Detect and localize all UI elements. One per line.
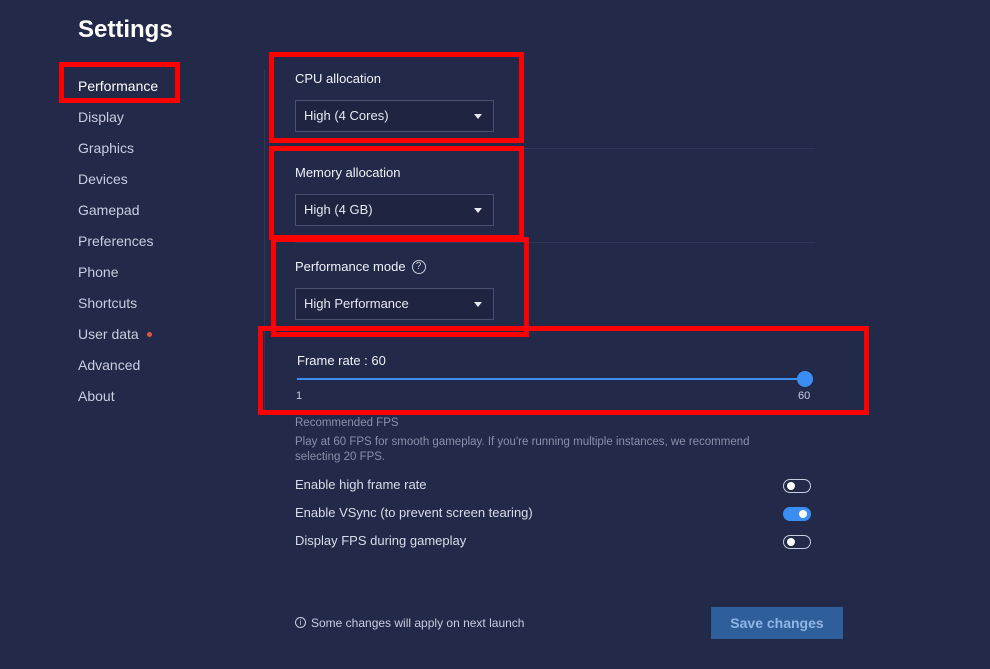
high-frame-rate-toggle[interactable] bbox=[783, 479, 811, 493]
performance-mode-label-text: Performance mode bbox=[295, 259, 406, 274]
performance-settings-panel: CPU allocation High (4 Cores) Memory all… bbox=[0, 0, 990, 669]
frame-rate-slider-handle[interactable] bbox=[797, 371, 813, 387]
recommended-fps-text-1: Play at 60 FPS for smooth gameplay. If y… bbox=[295, 436, 750, 448]
frame-rate-label: Frame rate : 60 bbox=[297, 353, 386, 368]
question-circle-icon[interactable]: ? bbox=[411, 259, 426, 274]
display-fps-toggle[interactable] bbox=[783, 535, 811, 549]
memory-allocation-value: High (4 GB) bbox=[304, 202, 373, 217]
chevron-down-icon bbox=[474, 208, 482, 213]
cpu-allocation-label: CPU allocation bbox=[295, 71, 381, 86]
toggle-knob bbox=[787, 482, 795, 490]
info-circle-icon: i bbox=[295, 617, 306, 629]
chevron-down-icon bbox=[474, 302, 482, 307]
toggle-knob bbox=[787, 538, 795, 546]
divider bbox=[295, 242, 815, 243]
divider bbox=[295, 148, 815, 149]
recommended-fps-title: Recommended FPS bbox=[295, 417, 399, 429]
restart-notice: i Some changes will apply on next launch bbox=[295, 616, 524, 630]
recommended-fps-text-2: selecting 20 FPS. bbox=[295, 451, 386, 463]
divider bbox=[264, 70, 265, 410]
toggle-label-vsync: Enable VSync (to prevent screen tearing) bbox=[295, 505, 533, 520]
vsync-toggle[interactable] bbox=[783, 507, 811, 521]
performance-mode-select[interactable]: High Performance bbox=[295, 288, 494, 320]
restart-notice-text: Some changes will apply on next launch bbox=[311, 616, 525, 630]
cpu-allocation-select[interactable]: High (4 Cores) bbox=[295, 100, 494, 132]
slider-min-label: 1 bbox=[296, 390, 303, 402]
performance-mode-label: Performance mode? bbox=[295, 259, 426, 275]
toggle-label-high-frame-rate: Enable high frame rate bbox=[295, 477, 427, 492]
memory-allocation-select[interactable]: High (4 GB) bbox=[295, 194, 494, 226]
memory-allocation-label: Memory allocation bbox=[295, 165, 401, 180]
performance-mode-value: High Performance bbox=[304, 296, 409, 311]
toggle-label-display-fps: Display FPS during gameplay bbox=[295, 533, 467, 548]
save-changes-button[interactable]: Save changes bbox=[711, 607, 843, 639]
slider-max-label: 60 bbox=[798, 390, 811, 402]
chevron-down-icon bbox=[474, 114, 482, 119]
cpu-allocation-value: High (4 Cores) bbox=[304, 108, 389, 123]
frame-rate-slider-track[interactable] bbox=[297, 378, 805, 380]
toggle-knob bbox=[799, 510, 807, 518]
